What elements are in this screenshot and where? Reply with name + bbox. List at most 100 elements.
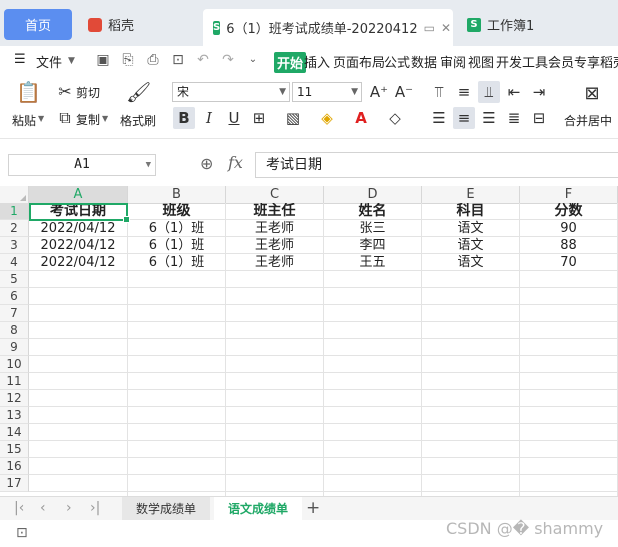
column-header-f[interactable]: F	[520, 186, 618, 203]
menu-page-layout[interactable]: 页面布局	[333, 52, 385, 71]
row-header-1[interactable]: 1	[0, 203, 29, 220]
row-header-5[interactable]: 5	[0, 271, 29, 288]
row-header-6[interactable]: 6	[0, 288, 29, 305]
table-cell[interactable]: 王五	[324, 254, 421, 271]
undo-icon[interactable]: ↶	[194, 51, 212, 69]
cut-button[interactable]: 剪切	[76, 84, 100, 101]
header-cell[interactable]: 班级	[128, 203, 225, 220]
menu-start[interactable]: 开始	[274, 52, 307, 73]
close-icon[interactable]: ✕	[441, 21, 451, 35]
row-header-11[interactable]: 11	[0, 373, 29, 390]
row-header-8[interactable]: 8	[0, 322, 29, 339]
hamburger-icon[interactable]: ☰	[14, 52, 26, 67]
table-cell[interactable]: 王老师	[226, 220, 323, 237]
menu-formula[interactable]: 公式	[384, 52, 410, 71]
chevron-down-icon[interactable]: ▼	[68, 56, 75, 66]
menu-docer[interactable]: 稻壳	[600, 52, 618, 71]
align-right-icon[interactable]: ☰	[478, 107, 500, 129]
column-header-c[interactable]: C	[226, 186, 324, 203]
macro-record-icon[interactable]: ⊡	[16, 525, 28, 541]
fx-icon[interactable]: fx	[228, 153, 243, 172]
tab-docer[interactable]: 稻壳	[78, 9, 198, 40]
border-icon[interactable]: ⊞	[248, 107, 270, 129]
align-middle-icon[interactable]: ≡	[453, 81, 475, 103]
table-cell[interactable]: 语文	[422, 254, 519, 271]
menu-view[interactable]: 视图	[468, 52, 494, 71]
menu-file[interactable]: 文件	[36, 52, 62, 71]
chevron-down-icon[interactable]: ▼	[102, 114, 108, 123]
fill-pattern-icon[interactable]: ▧	[282, 107, 304, 129]
table-cell[interactable]: 2022/04/12	[29, 237, 127, 254]
header-cell[interactable]: 班主任	[226, 203, 323, 220]
redo-icon[interactable]: ↷	[219, 51, 237, 69]
table-cell[interactable]: 2022/04/12	[29, 254, 127, 271]
tab-home[interactable]: 首页	[4, 9, 72, 40]
zoom-icon[interactable]: ⊕	[200, 154, 213, 173]
table-cell[interactable]: 语文	[422, 237, 519, 254]
menu-developer[interactable]: 开发工具	[496, 52, 548, 71]
scissors-icon[interactable]: ✂	[56, 82, 74, 102]
merge-center-button[interactable]: 合并居中	[564, 112, 612, 129]
export-pdf-icon[interactable]: ⎘	[119, 51, 137, 69]
column-header-e[interactable]: E	[422, 186, 520, 203]
row-header-4[interactable]: 4	[0, 254, 29, 271]
prev-sheet-icon[interactable]: ‹	[40, 500, 46, 516]
decrease-font-icon[interactable]: A⁻	[393, 81, 415, 103]
tab-workbook[interactable]: S 工作簿1	[457, 9, 618, 40]
bold-icon[interactable]: B	[173, 107, 195, 129]
row-header-9[interactable]: 9	[0, 339, 29, 356]
align-bottom-icon[interactable]: ⫫	[478, 81, 500, 103]
sheet-tab-math[interactable]: 数学成绩单	[122, 497, 211, 521]
formula-input[interactable]: 考试日期	[255, 152, 618, 178]
row-header-15[interactable]: 15	[0, 441, 29, 458]
table-cell[interactable]: 70	[520, 254, 617, 271]
column-header-d[interactable]: D	[324, 186, 422, 203]
align-center-icon[interactable]: ≡	[453, 107, 475, 129]
chevron-down-icon[interactable]: ⌄	[244, 51, 262, 69]
table-cell[interactable]: 王老师	[226, 254, 323, 271]
italic-icon[interactable]: I	[198, 107, 220, 129]
format-painter-icon[interactable]: 🖌	[126, 82, 151, 102]
merge-center-icon[interactable]: ⊠	[580, 84, 604, 104]
menu-data[interactable]: 数据	[411, 52, 437, 71]
copy-icon[interactable]: ⧉	[56, 108, 74, 128]
table-cell[interactable]: 6（1）班	[128, 254, 225, 271]
header-cell[interactable]: 分数	[520, 203, 617, 220]
row-header-14[interactable]: 14	[0, 424, 29, 441]
font-name-select[interactable]: 宋 ▼	[172, 82, 290, 102]
chevron-down-icon[interactable]: ▼	[38, 114, 44, 123]
align-left-icon[interactable]: ☰	[428, 107, 450, 129]
format-painter-button[interactable]: 格式刷	[120, 112, 156, 129]
select-all-corner[interactable]	[0, 186, 29, 203]
clear-format-icon[interactable]: ◇	[384, 107, 406, 129]
row-header-17[interactable]: 17	[0, 475, 29, 492]
next-sheet-icon[interactable]: ›	[66, 500, 72, 516]
paste-icon[interactable]: 📋	[16, 82, 41, 102]
underline-icon[interactable]: U	[223, 107, 245, 129]
paste-button[interactable]: 粘贴	[12, 112, 36, 129]
menu-member[interactable]: 会员专享	[548, 52, 600, 71]
first-sheet-icon[interactable]: |‹	[14, 500, 24, 516]
menu-insert[interactable]: 插入	[304, 52, 330, 71]
table-cell[interactable]: 90	[520, 220, 617, 237]
table-cell[interactable]: 张三	[324, 220, 421, 237]
increase-font-icon[interactable]: A⁺	[368, 81, 390, 103]
row-header-2[interactable]: 2	[0, 220, 29, 237]
table-cell[interactable]: 6（1）班	[128, 237, 225, 254]
indent-increase-icon[interactable]: ⇥	[528, 81, 550, 103]
font-color-icon[interactable]: A	[350, 107, 372, 129]
row-header-12[interactable]: 12	[0, 390, 29, 407]
row-header-10[interactable]: 10	[0, 356, 29, 373]
fill-color-icon[interactable]: ◈	[316, 107, 338, 129]
table-cell[interactable]: 88	[520, 237, 617, 254]
font-size-select[interactable]: 11 ▼	[292, 82, 362, 102]
table-cell[interactable]: 李四	[324, 237, 421, 254]
print-icon[interactable]: ⎙	[144, 51, 162, 69]
menu-review[interactable]: 审阅	[440, 52, 466, 71]
justify-icon[interactable]: ≣	[503, 107, 525, 129]
column-header-a[interactable]: A	[29, 186, 128, 203]
indent-decrease-icon[interactable]: ⇤	[503, 81, 525, 103]
copy-button[interactable]: 复制	[76, 111, 100, 128]
print-preview-icon[interactable]: ⊡	[169, 51, 187, 69]
monitor-icon[interactable]: ▭	[424, 21, 435, 35]
